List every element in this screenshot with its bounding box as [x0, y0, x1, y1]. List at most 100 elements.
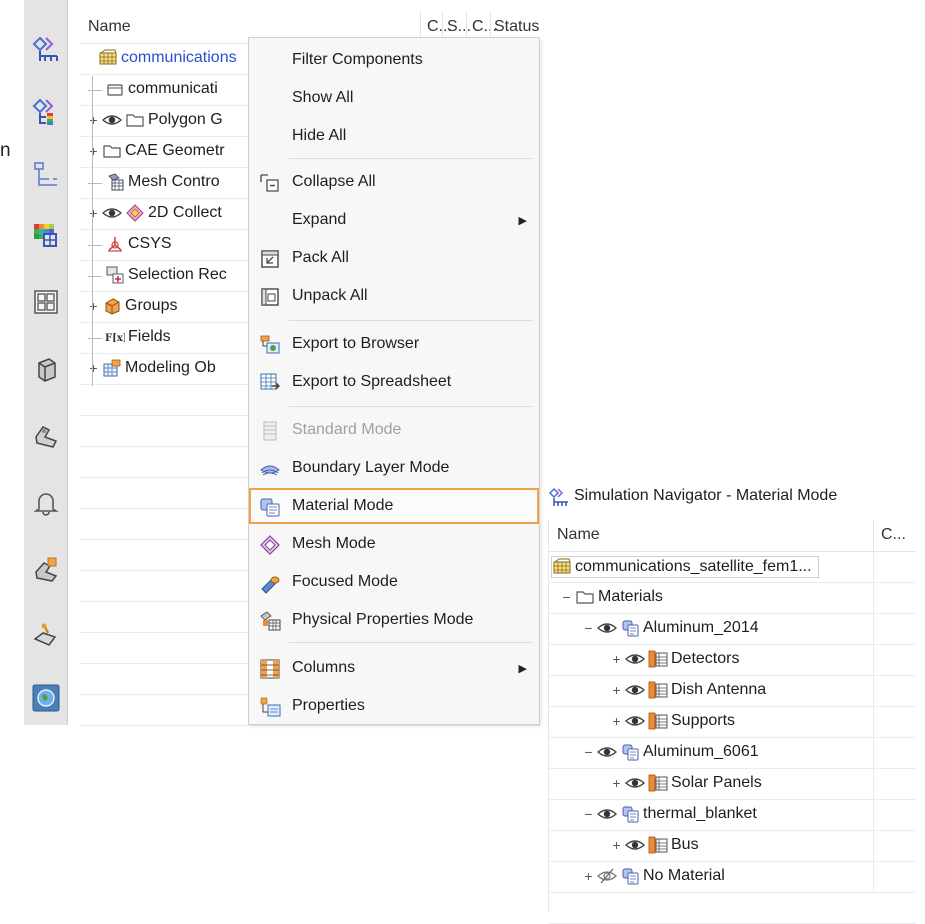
material-navigator-title: Simulation Navigator - Material Mode [574, 487, 838, 504]
material-tree-node[interactable]: − thermal_blanket [549, 800, 916, 831]
layout-icon[interactable] [28, 284, 64, 320]
physical-property-icon [648, 711, 668, 731]
hidden-eye-icon[interactable] [597, 866, 617, 886]
menu-item-standard-mode: Standard Mode [249, 412, 539, 448]
expand-plus-icon[interactable]: + [583, 869, 594, 883]
visibility-eye-icon[interactable] [625, 649, 645, 669]
collapse-minus-icon[interactable]: − [583, 621, 594, 635]
visibility-eye-icon[interactable] [597, 804, 617, 824]
menu-item-export-to-spreadsheet[interactable]: Export to Spreadsheet [249, 364, 539, 400]
material-tree-node[interactable]: + Supports [549, 707, 916, 738]
material-tree-node[interactable]: + Bus [549, 831, 916, 862]
results-navigator-icon[interactable] [28, 94, 64, 130]
expand-toggle-icon[interactable]: + [88, 113, 99, 127]
globe-icon[interactable] [28, 680, 64, 716]
visibility-eye-icon[interactable] [102, 110, 122, 130]
column-header-name[interactable]: Name [88, 18, 131, 36]
material-mode-navigator: Name C... communications_satellite_fem1.… [548, 520, 916, 924]
expand-toggle-icon[interactable]: + [88, 299, 99, 313]
material-tree-node[interactable]: − Aluminum_2014 [549, 614, 916, 645]
visibility-eye-icon[interactable] [625, 835, 645, 855]
inspect-icon[interactable] [28, 618, 64, 654]
visibility-eye-icon[interactable] [625, 711, 645, 731]
menu-item-collapse-all[interactable]: Collapse All [249, 164, 539, 200]
properties-icon [259, 696, 281, 718]
material-tree-node[interactable]: + Dish Antenna [549, 676, 916, 707]
export-browser-icon [259, 334, 281, 356]
menu-separator [289, 642, 533, 643]
column-separator [873, 645, 874, 676]
expand-toggle-icon[interactable]: + [88, 206, 99, 220]
visibility-eye-icon[interactable] [597, 742, 617, 762]
graph-icon[interactable] [28, 156, 64, 192]
visibility-eye-icon[interactable] [625, 680, 645, 700]
visibility-eye-icon[interactable] [102, 203, 122, 223]
menu-item-properties[interactable]: Properties [249, 688, 539, 724]
visibility-eye-icon[interactable] [625, 773, 645, 793]
clipped-text-fragment: n [0, 140, 11, 161]
column-header-status[interactable]: Status [494, 18, 539, 36]
physical-property-icon [648, 649, 668, 669]
menu-item-mesh-mode[interactable]: Mesh Mode [249, 526, 539, 562]
column-separator[interactable] [873, 520, 874, 552]
menu-item-material-mode[interactable]: Material Mode [249, 488, 539, 524]
export-spreadsheet-icon [259, 372, 281, 394]
menu-item-boundary-layer-mode[interactable]: Boundary Layer Mode [249, 450, 539, 486]
menu-item-unpack-all[interactable]: Unpack All [249, 278, 539, 314]
column-header-c[interactable]: C... [881, 526, 906, 544]
column-header-s[interactable]: S... [447, 18, 471, 36]
expand-plus-icon[interactable]: + [611, 714, 622, 728]
modeling-objects-icon [102, 358, 122, 378]
expand-toggle-icon[interactable]: + [88, 361, 99, 375]
visibility-eye-icon[interactable] [597, 618, 617, 638]
material-tree-node[interactable]: + Detectors [549, 645, 916, 676]
material-tree-node[interactable]: + Solar Panels [549, 769, 916, 800]
expand-plus-icon[interactable]: + [611, 683, 622, 697]
material-tree-node[interactable]: + No Material [549, 862, 916, 893]
material-tree-node[interactable]: communications_satellite_fem1... [549, 552, 916, 583]
expand-plus-icon[interactable]: + [611, 838, 622, 852]
tree-node-label: Solar Panels [671, 774, 762, 791]
focused-mode-icon [259, 572, 281, 594]
assembly-icon[interactable] [28, 552, 64, 588]
collapse-minus-icon[interactable]: − [583, 807, 594, 821]
menu-item-columns[interactable]: Columns ▶ [249, 650, 539, 686]
collapse-minus-icon[interactable]: − [583, 745, 594, 759]
material-tree-node[interactable]: − Aluminum_6061 [549, 738, 916, 769]
column-separator [873, 707, 874, 738]
menu-item-label: Expand [292, 211, 347, 228]
menu-item-focused-mode[interactable]: Focused Mode [249, 564, 539, 600]
menu-item-label: Hide All [292, 127, 347, 144]
material-tree-node[interactable]: − Materials [549, 583, 916, 614]
physical-property-icon [648, 835, 668, 855]
part-icon[interactable] [28, 352, 64, 388]
bell-icon[interactable] [28, 484, 64, 520]
menu-item-pack-all[interactable]: Pack All [249, 240, 539, 276]
tree-connector [88, 89, 102, 91]
collapse-all-icon [259, 172, 281, 194]
tree-node-label: Bus [671, 836, 699, 853]
menu-item-show-all[interactable]: Show All [249, 80, 539, 116]
collapse-minus-icon[interactable]: − [561, 590, 572, 604]
menu-item-label: Focused Mode [292, 573, 398, 590]
menu-item-filter-components[interactable]: Filter Components [249, 42, 539, 78]
fem-root-icon [552, 557, 572, 577]
fem-file-icon [105, 79, 125, 99]
menu-item-export-to-browser[interactable]: Export to Browser [249, 326, 539, 362]
expand-toggle-icon[interactable]: + [88, 144, 99, 158]
menu-item-physical-properties-mode[interactable]: Physical Properties Mode [249, 602, 539, 638]
simulation-navigator-icon[interactable] [28, 32, 64, 68]
tree-connector [88, 182, 102, 184]
bracket-icon[interactable] [28, 418, 64, 454]
expand-plus-icon[interactable]: + [611, 652, 622, 666]
physical-properties-icon [259, 610, 281, 632]
expand-plus-icon[interactable]: + [611, 776, 622, 790]
menu-item-label: Columns [292, 659, 356, 676]
menu-item-expand[interactable]: Expand ▶ [249, 202, 539, 238]
mesh-mode-icon [259, 534, 281, 556]
color-legend-icon[interactable] [28, 218, 64, 254]
tree-node-label: communications_satellite_fem1... [575, 558, 812, 575]
column-separator [873, 800, 874, 831]
column-header-name[interactable]: Name [557, 526, 600, 544]
menu-item-hide-all[interactable]: Hide All [249, 118, 539, 154]
